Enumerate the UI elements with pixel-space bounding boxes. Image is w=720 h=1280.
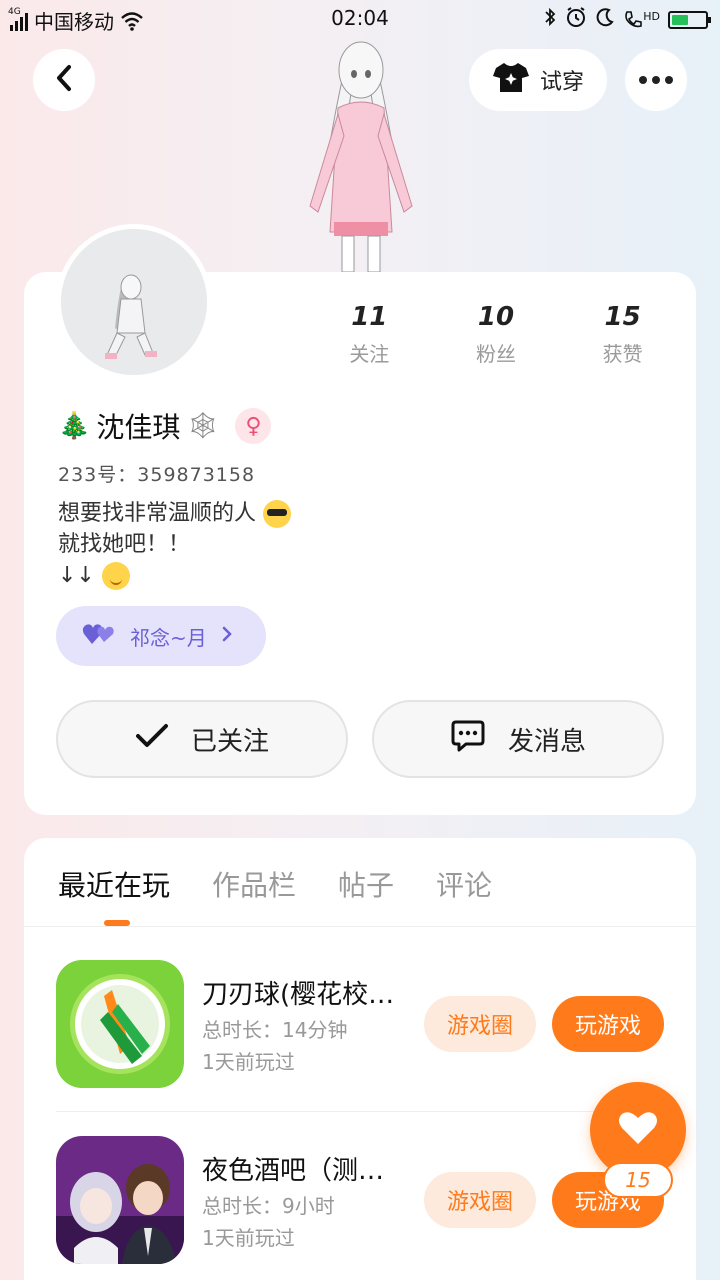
- content-card: 最近在玩 作品栏 帖子 评论 刀刃球(樱花校… 总时长：14分钟 1天前玩过 游…: [24, 838, 696, 1280]
- game-last-played: 1天前玩过: [202, 1226, 295, 1250]
- tab-comments[interactable]: 评论: [436, 864, 492, 904]
- followed-button[interactable]: 已关注: [56, 700, 348, 778]
- game-title: 夜色酒吧（测…: [202, 1156, 385, 1186]
- followers-label: 粉丝: [475, 342, 516, 366]
- game-last-played: 1天前玩过: [202, 1050, 295, 1074]
- name-row: 🎄 沈佳琪 🕸 ♀: [58, 406, 272, 446]
- companion-badge[interactable]: 祁念~月: [56, 606, 266, 666]
- more-options-button[interactable]: [625, 49, 687, 111]
- chat-bubble-icon: [450, 719, 486, 760]
- hd-call-icon: HD: [623, 10, 660, 30]
- user-id: 233号：359873158: [58, 464, 256, 486]
- stat-following[interactable]: 11 关注: [306, 302, 433, 367]
- divider: [56, 1111, 668, 1112]
- stat-followers[interactable]: 10 粉丝: [433, 302, 560, 367]
- like-count-badge: 15: [603, 1162, 673, 1198]
- hd-label: HD: [643, 9, 660, 23]
- smile-emoji-icon: [101, 562, 130, 590]
- game-list-item[interactable]: 夜色酒吧（测… 总时长：9小时 1天前玩过 游戏圈 玩游戏: [56, 1136, 668, 1266]
- dot-icon: [652, 76, 660, 84]
- double-heart-icon: [82, 622, 116, 651]
- user-name: 沈佳琪: [96, 411, 181, 444]
- send-message-button[interactable]: 发消息: [372, 700, 664, 778]
- followed-label: 已关注: [190, 726, 269, 757]
- tree-emoji-icon: 🎄: [58, 411, 91, 441]
- bluetooth-icon: [543, 7, 557, 32]
- avatar-character-image: [296, 36, 426, 273]
- bio-line-3: ↓↓: [58, 563, 95, 588]
- chevron-left-icon: [53, 64, 75, 96]
- game-total-time: 总时长：14分钟: [202, 1018, 348, 1042]
- dot-icon: [639, 76, 647, 84]
- game-total-time: 总时长：9小时: [202, 1194, 335, 1218]
- tab-bar: 最近在玩 作品栏 帖子 评论: [58, 864, 492, 904]
- tab-posts[interactable]: 帖子: [338, 864, 394, 904]
- likes-count: 15: [604, 302, 641, 332]
- game-circle-button[interactable]: 游戏圈: [424, 1172, 536, 1228]
- play-game-button[interactable]: 玩游戏: [552, 996, 664, 1052]
- stat-likes[interactable]: 15 获赞: [559, 302, 686, 367]
- divider: [24, 926, 696, 927]
- game-icon-night-bar[interactable]: [56, 1136, 184, 1264]
- companion-name: 祁念~月: [130, 625, 207, 650]
- following-label: 关注: [349, 342, 390, 366]
- followers-count: 10: [477, 302, 515, 332]
- battery-icon: [668, 10, 711, 29]
- following-count: 11: [351, 302, 388, 332]
- female-gender-icon: ♀: [235, 408, 272, 444]
- game-icon-blade-ball[interactable]: [56, 960, 184, 1088]
- tshirt-icon: [492, 61, 530, 99]
- try-on-label: 试穿: [539, 70, 584, 95]
- game-list-item[interactable]: 刀刃球(樱花校… 总时长：14分钟 1天前玩过 游戏圈 玩游戏: [56, 960, 668, 1090]
- game-circle-button[interactable]: 游戏圈: [424, 996, 536, 1052]
- web-emoji-icon: 🕸: [186, 411, 220, 441]
- alarm-icon: [565, 6, 587, 33]
- profile-avatar[interactable]: [56, 224, 212, 380]
- try-on-button[interactable]: 试穿: [469, 49, 607, 111]
- status-bar: 4G 中国移动 02:04 HD: [0, 0, 720, 36]
- user-bio: 想要找非常温顺的人 就找她吧！！ ↓↓: [58, 498, 292, 591]
- sunglasses-emoji-icon: [263, 500, 292, 528]
- bio-line-1: 想要找非常温顺的人: [58, 501, 257, 526]
- tab-works[interactable]: 作品栏: [212, 864, 296, 904]
- moon-icon: [595, 7, 615, 32]
- likes-label: 获赞: [602, 342, 643, 366]
- back-button[interactable]: [33, 49, 95, 111]
- heart-icon: [618, 1110, 658, 1150]
- check-icon: [135, 723, 169, 756]
- status-right: HD: [543, 6, 711, 33]
- send-message-label: 发消息: [507, 726, 586, 757]
- bio-line-2: 就找她吧！！: [58, 532, 191, 557]
- stats-row: 11 关注 10 粉丝 15 获赞: [306, 302, 686, 367]
- chevron-right-icon: [221, 624, 233, 648]
- game-title: 刀刃球(樱花校…: [202, 980, 395, 1010]
- tab-recently-played[interactable]: 最近在玩: [58, 864, 170, 904]
- dot-icon: [665, 76, 673, 84]
